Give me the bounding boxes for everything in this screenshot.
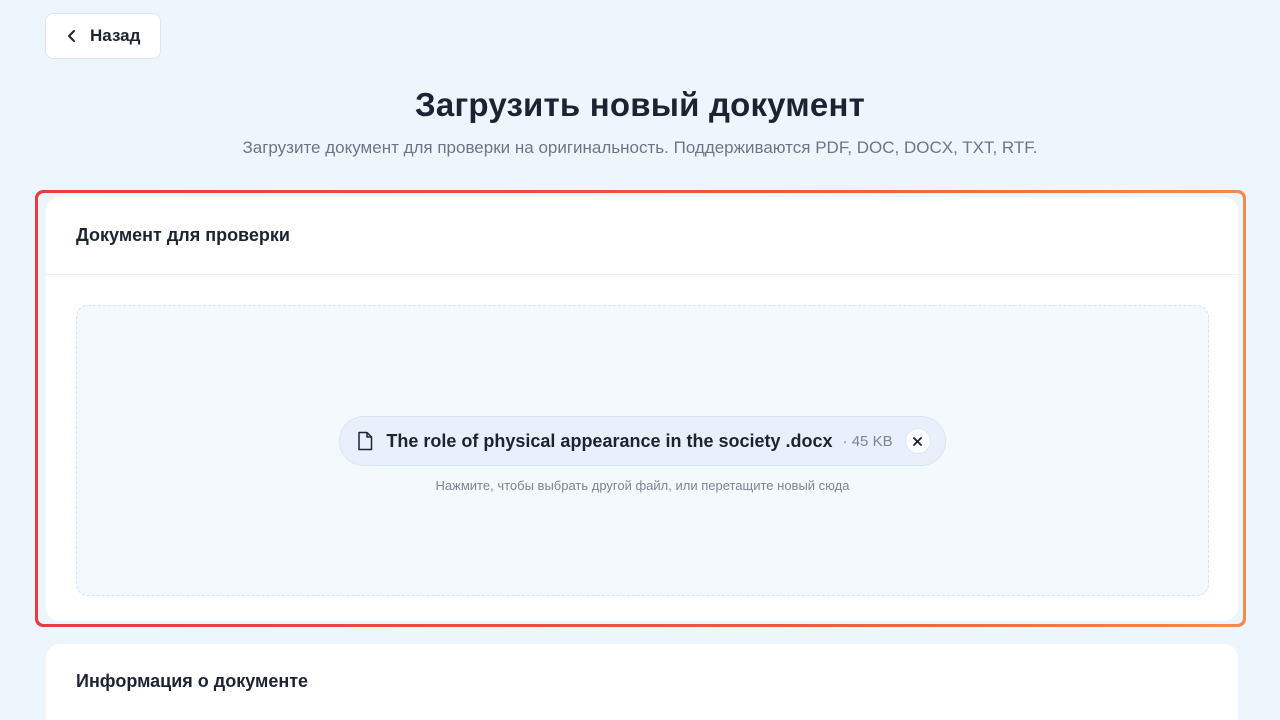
info-card: Информация о документе [46, 644, 1238, 720]
page-subtitle: Загрузите документ для проверки на ориги… [242, 138, 1038, 157]
file-dropzone[interactable]: The role of physical appearance in the s… [76, 305, 1209, 596]
upload-card-title: Документ для проверки [46, 197, 1238, 275]
info-card-title: Информация о документе [76, 670, 309, 691]
upload-card: Документ для проверки The role of physic… [46, 197, 1238, 621]
highlight-frame: Документ для проверки The role of physic… [35, 190, 1246, 627]
page-title: Загрузить новый документ [415, 86, 865, 123]
page: Назад Загрузить новый документ Загрузите… [0, 0, 1280, 720]
file-size: 45 KB [843, 433, 893, 450]
highlight-frame-inner: Документ для проверки The role of physic… [38, 193, 1243, 624]
file-name: The role of physical appearance in the s… [386, 430, 833, 451]
selected-file-chip: The role of physical appearance in the s… [339, 416, 946, 466]
back-button[interactable]: Назад [45, 13, 161, 59]
file-icon [358, 431, 373, 451]
back-button-label: Назад [90, 26, 141, 45]
dropzone-hint: Нажмите, чтобы выбрать другой файл, или … [435, 478, 850, 493]
close-icon [913, 436, 922, 446]
remove-file-button[interactable] [904, 428, 931, 454]
chevron-left-icon [68, 30, 75, 42]
